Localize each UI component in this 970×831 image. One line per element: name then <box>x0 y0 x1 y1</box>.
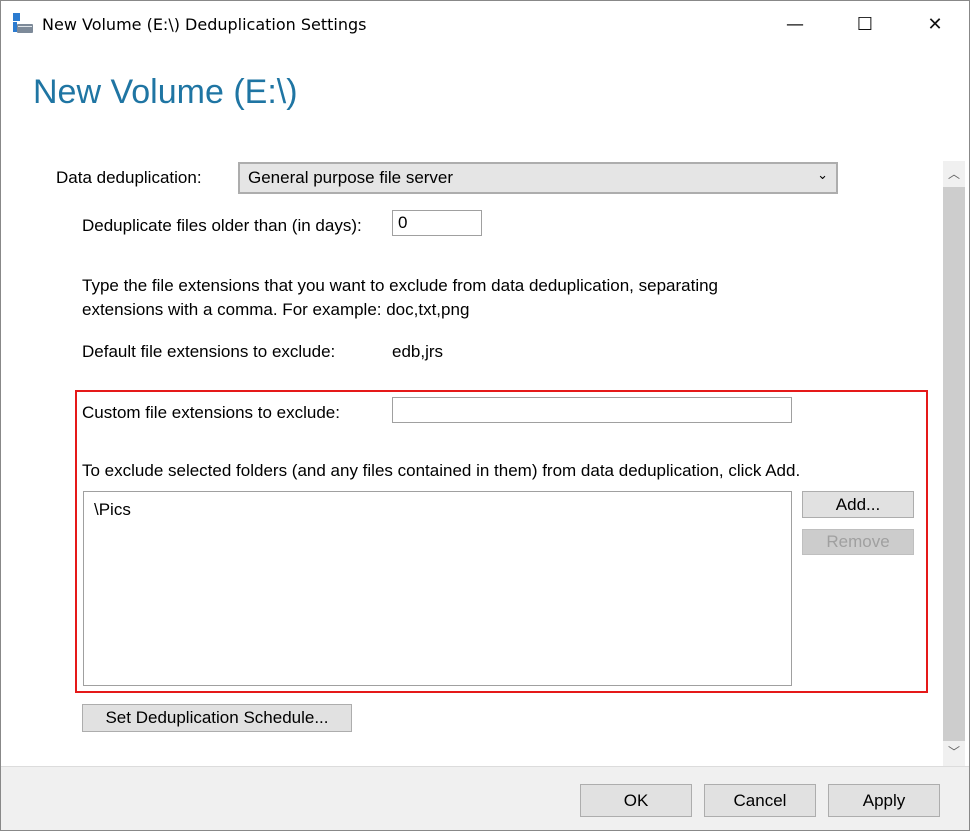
cancel-button[interactable]: Cancel <box>704 784 816 817</box>
default-ext-label: Default file extensions to exclude: <box>82 342 336 361</box>
ok-button[interactable]: OK <box>580 784 692 817</box>
apply-button[interactable]: Apply <box>828 784 940 817</box>
custom-ext-label: Custom file extensions to exclude: <box>82 403 340 422</box>
title-bar: New Volume (E:\) Deduplication Settings … <box>1 1 969 49</box>
custom-ext-input[interactable] <box>392 397 792 423</box>
default-ext-value: edb,jrs <box>392 342 444 361</box>
chevron-down-icon: ⌄ <box>817 167 828 182</box>
dialog-window: New Volume (E:\) Deduplication Settings … <box>0 0 970 831</box>
list-item[interactable]: \Pics <box>94 500 781 520</box>
scroll-up-icon[interactable]: ︿ <box>943 165 965 182</box>
window-title: New Volume (E:\) Deduplication Settings <box>42 15 367 34</box>
older-label: Deduplicate files older than (in days): <box>82 216 362 235</box>
set-schedule-button[interactable]: Set Deduplication Schedule... <box>82 704 352 732</box>
dedup-label: Data deduplication: <box>56 168 202 187</box>
vertical-scrollbar[interactable]: ︿ ﹀ <box>943 161 965 766</box>
maximize-button[interactable]: ☐ <box>845 9 885 41</box>
minimize-button[interactable]: — <box>775 9 815 41</box>
close-button[interactable]: ✕ <box>915 9 955 41</box>
scrollbar-thumb[interactable] <box>943 187 965 741</box>
scroll-down-icon[interactable]: ﹀ <box>943 743 965 760</box>
footer-bar: OK Cancel Apply <box>1 766 969 830</box>
folders-instruction: To exclude selected folders (and any fil… <box>82 461 801 480</box>
dedup-type-value: General purpose file server <box>248 168 454 187</box>
excluded-folders-list[interactable]: \Pics <box>83 491 792 686</box>
days-input[interactable]: 0 <box>392 210 482 236</box>
dedup-type-dropdown[interactable]: General purpose file server ⌄ <box>238 162 838 194</box>
add-button[interactable]: Add... <box>802 491 914 518</box>
page-title: New Volume (E:\) <box>33 73 298 111</box>
dedup-app-icon <box>13 13 33 33</box>
remove-button[interactable]: Remove <box>802 529 914 555</box>
instructions-text: Type the file extensions that you want t… <box>82 276 719 319</box>
